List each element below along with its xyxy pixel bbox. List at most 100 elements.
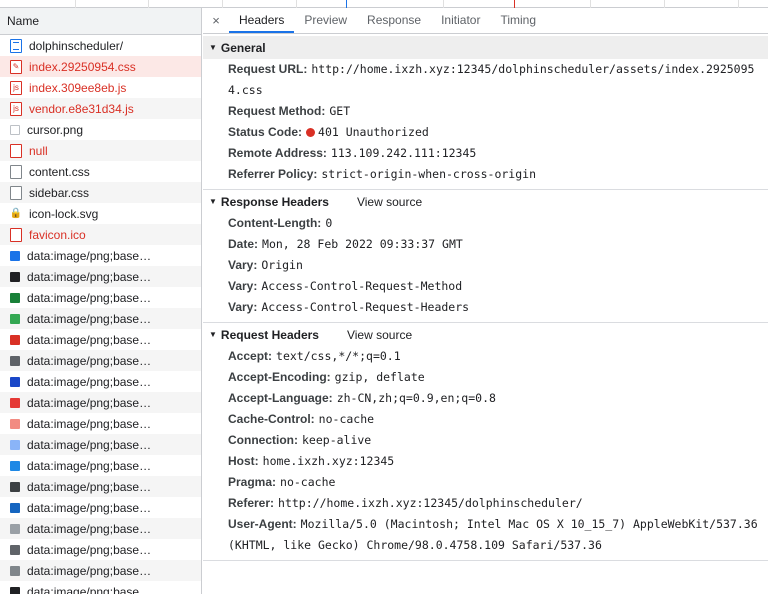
image-icon (10, 124, 20, 135)
header-key: Vary: (228, 258, 258, 272)
request-row[interactable]: data:image/png;base… (0, 539, 201, 560)
image-icon (10, 565, 20, 576)
request-row[interactable]: data:image/png;base… (0, 308, 201, 329)
script-icon: js (10, 80, 22, 95)
image-icon (10, 481, 20, 492)
request-row[interactable]: data:image/png;base… (0, 266, 201, 287)
header-key: Accept: (228, 349, 273, 363)
request-headers-header[interactable]: ▼ Request Headers View source (203, 323, 768, 346)
header-value: strict-origin-when-cross-origin (321, 167, 537, 181)
response-headers-section: ▼ Response Headers View source Content-L… (203, 190, 768, 323)
request-rows: dolphinscheduler/ ✎ index.29250954.css js in… (0, 35, 201, 594)
request-row[interactable]: data:image/png;base… (0, 392, 201, 413)
request-row[interactable]: dolphinscheduler/ (0, 35, 201, 56)
request-row[interactable]: data:image/png;base… (0, 476, 201, 497)
name-column-header[interactable]: Name (0, 8, 201, 35)
timeline-gridline (148, 0, 149, 8)
tab-initiator[interactable]: Initiator (431, 8, 490, 33)
header-row: Accept-Encoding: gzip, deflate (203, 367, 768, 388)
response-headers-header[interactable]: ▼ Response Headers View source (203, 190, 768, 213)
request-row[interactable]: js index.309ee8eb.js (0, 77, 201, 98)
close-icon[interactable]: × (203, 8, 229, 33)
header-key: Vary: (228, 300, 258, 314)
request-row[interactable]: null (0, 140, 201, 161)
header-key: Pragma: (228, 475, 277, 489)
request-name: cursor.png (27, 122, 84, 137)
request-row[interactable]: 🔒 icon-lock.svg (0, 203, 201, 224)
request-row[interactable]: data:image/png;base… (0, 581, 201, 594)
tab-response[interactable]: Response (357, 8, 431, 33)
tab-timing[interactable]: Timing (490, 8, 546, 33)
request-row[interactable]: data:image/png;base… (0, 413, 201, 434)
header-row: User-Agent: Mozilla/5.0 (Macintosh; Intel… (203, 514, 768, 556)
header-value: zh-CN,zh;q=0.9,en;q=0.8 (336, 391, 496, 405)
view-source-link[interactable]: View source (347, 328, 412, 342)
header-value: Mozilla/5.0 (Macintosh; Intel Mac OS X 1… (228, 517, 758, 552)
network-timeline-overview[interactable] (0, 0, 768, 8)
header-key: Vary: (228, 279, 258, 293)
request-row[interactable]: data:image/png;base… (0, 497, 201, 518)
request-row[interactable]: data:image/png;base… (0, 455, 201, 476)
request-row[interactable]: data:image/png;base… (0, 434, 201, 455)
image-icon (10, 355, 20, 366)
request-row[interactable]: data:image/png;base… (0, 371, 201, 392)
request-name: data:image/png;base… (27, 563, 152, 578)
request-row[interactable]: data:image/png;base… (0, 329, 201, 350)
header-key: Cache-Control: (228, 412, 315, 426)
tab-headers[interactable]: Headers (229, 8, 295, 33)
header-value: http://home.ixzh.xyz:12345/dolphinschedu… (278, 496, 583, 510)
header-value: Access-Control-Request-Headers (261, 300, 470, 314)
request-name: data:image/png;base… (27, 311, 152, 326)
tab-preview[interactable]: Preview (294, 8, 357, 33)
file-icon (10, 143, 22, 158)
section-title: Response Headers (220, 194, 329, 209)
request-row[interactable]: cursor.png (0, 119, 201, 140)
header-key: Referer: (228, 496, 275, 510)
request-row[interactable]: data:image/png;base… (0, 560, 201, 581)
request-row[interactable]: data:image/png;base… (0, 350, 201, 371)
view-source-link[interactable]: View source (357, 195, 422, 209)
general-section-header[interactable]: ▼ General (203, 36, 768, 59)
request-name: data:image/png;base… (27, 374, 152, 389)
request-name: data:image/png;base… (27, 479, 152, 494)
request-row[interactable]: data:image/png;base… (0, 287, 201, 308)
stylesheet-icon: ✎ (10, 59, 22, 74)
request-row[interactable]: favicon.ico (0, 224, 201, 245)
request-name: favicon.ico (29, 227, 86, 242)
request-row[interactable]: sidebar.css (0, 182, 201, 203)
request-row[interactable]: data:image/png;base… (0, 518, 201, 539)
header-key: Accept-Encoding: (228, 370, 331, 384)
header-value: no-cache (280, 475, 336, 489)
header-row: Vary: Origin (203, 255, 768, 276)
header-row: Request Method: GET (203, 101, 768, 122)
request-header-rows: Accept: text/css,*/*;q=0.1 Accept-Encoding… (203, 346, 768, 556)
request-name: data:image/png;base… (27, 353, 152, 368)
request-row[interactable]: data:image/png;base… (0, 245, 201, 266)
request-name: content.css (29, 164, 90, 179)
timeline-gridline (296, 0, 297, 8)
section-title: Request Headers (220, 327, 319, 342)
header-value: Mon, 28 Feb 2022 09:33:37 GMT (262, 237, 463, 251)
request-row[interactable]: content.css (0, 161, 201, 182)
header-key: Host: (228, 454, 259, 468)
request-row[interactable]: js vendor.e8e31d34.js (0, 98, 201, 119)
details-tab-bar: × Headers Preview Response Initiator Tim… (203, 8, 768, 34)
dom-content-loaded-marker (346, 0, 347, 8)
image-icon (10, 544, 20, 555)
request-name: vendor.e8e31d34.js (29, 101, 134, 116)
image-icon (10, 460, 20, 471)
general-rows: Request URL: http://home.ixzh.xyz:12345/d… (203, 59, 768, 185)
header-row: Pragma: no-cache (203, 472, 768, 493)
header-row: Remote Address: 113.109.242.111:12345 (203, 143, 768, 164)
timeline-gridline (222, 0, 223, 8)
request-row[interactable]: ✎ index.29250954.css (0, 56, 201, 77)
header-key: Remote Address: (228, 146, 327, 160)
section-title: General (220, 40, 266, 55)
request-name: data:image/png;base… (27, 521, 152, 536)
request-name: data:image/png;base… (27, 500, 152, 515)
file-icon (10, 185, 22, 200)
triangle-down-icon: ▼ (209, 330, 217, 339)
header-key: Date: (228, 237, 259, 251)
image-icon (10, 313, 20, 324)
request-name: null (29, 143, 48, 158)
